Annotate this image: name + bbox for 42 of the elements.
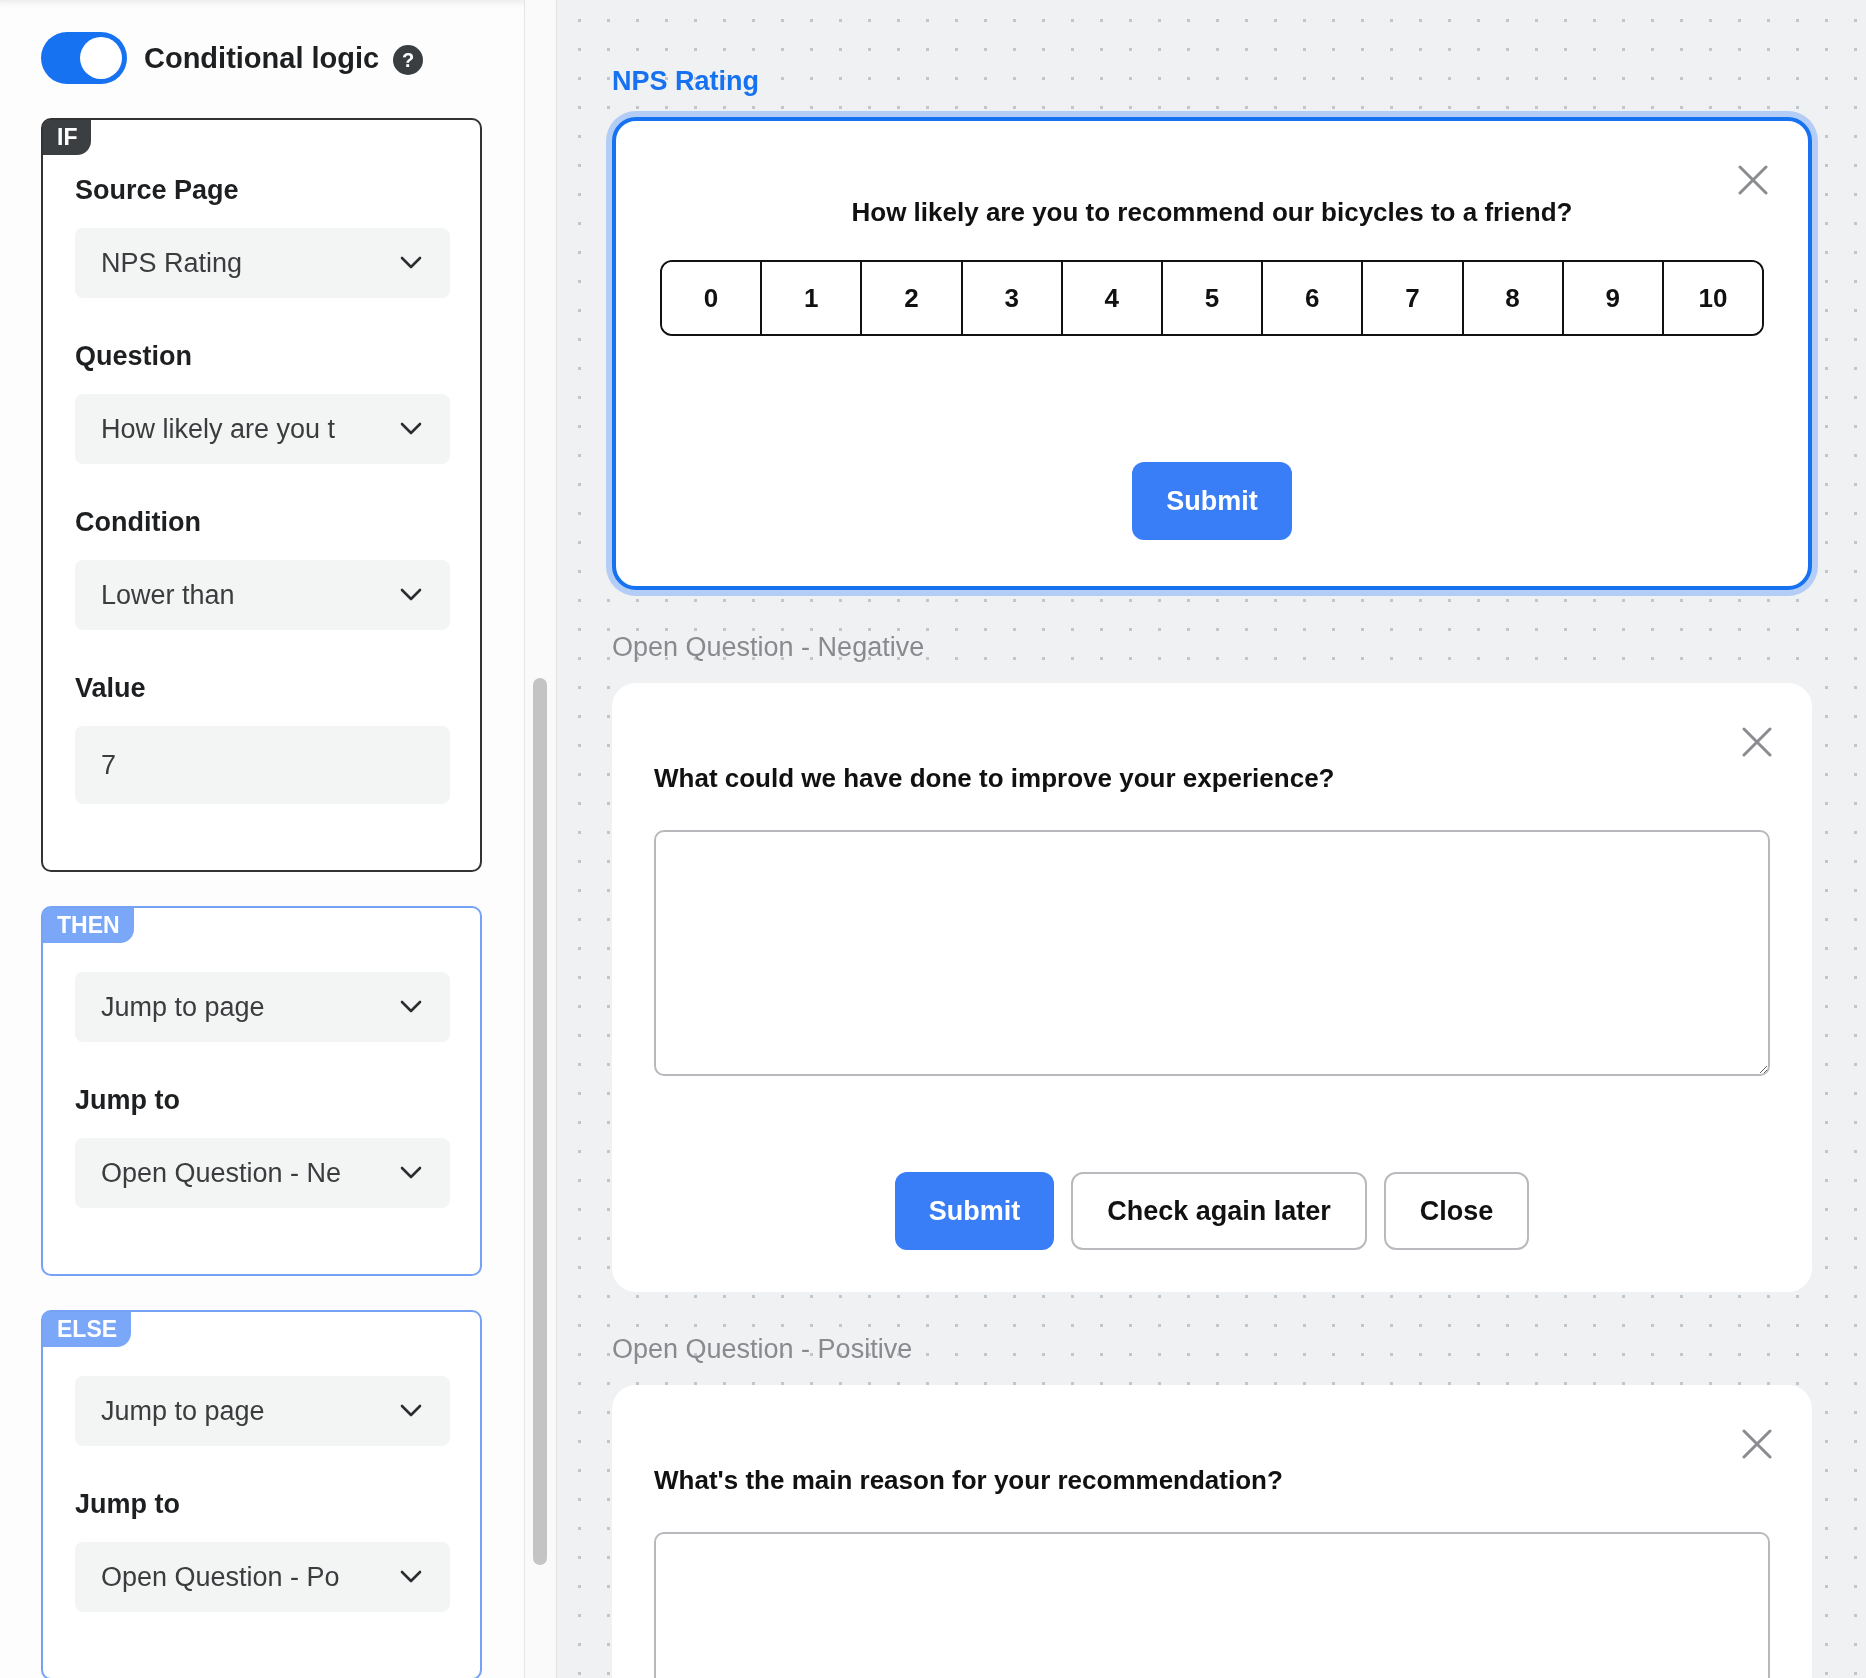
submit-button[interactable]: Submit — [894, 1172, 1055, 1250]
close-icon[interactable] — [1742, 1429, 1772, 1459]
value-field[interactable]: 7 — [75, 726, 450, 804]
dropdown[interactable]: Jump to page — [75, 972, 450, 1042]
survey-card[interactable]: What could we have done to improve your experience? Submit Check again later Close — [612, 683, 1812, 1292]
page-title[interactable]: NPS Rating — [612, 66, 759, 97]
rating-option[interactable]: 0 — [662, 262, 763, 334]
chevron-icon — [400, 422, 422, 436]
field-label: Question — [75, 340, 193, 373]
question-text: What could we have done to improve your experience? — [654, 763, 1336, 794]
chevron-icon — [400, 1166, 422, 1180]
block-tag: ELSE — [43, 1312, 132, 1347]
secondary-button[interactable]: Check again later — [1071, 1172, 1367, 1250]
help-icon[interactable]: ? — [393, 45, 424, 75]
submit-button[interactable]: Submit — [1132, 462, 1292, 540]
field-label: Jump to — [75, 1084, 181, 1117]
chevron-icon — [400, 588, 422, 602]
secondary-button[interactable]: Close — [1383, 1172, 1530, 1250]
close-icon[interactable] — [1738, 165, 1768, 195]
dropdown[interactable]: How likely are you t — [75, 394, 450, 464]
dropdown[interactable]: Open Question - Po — [75, 1542, 450, 1612]
question-text: How likely are you to recommend our bicycles to a friend? — [850, 197, 1574, 228]
block-tag: THEN — [43, 908, 134, 943]
block-tag: IF — [43, 120, 92, 155]
field-label: Value — [75, 672, 147, 705]
close-icon[interactable] — [1742, 727, 1772, 757]
dropdown[interactable]: Jump to page — [75, 1376, 450, 1446]
field-label: Source Page — [75, 174, 240, 207]
question-text: What's the main reason for your recommendation? — [654, 1465, 1284, 1496]
dropdown[interactable]: NPS Rating — [75, 228, 450, 298]
scrollbar-thumb[interactable] — [533, 678, 547, 1565]
toggle-switch[interactable] — [41, 32, 127, 84]
field-label: Condition — [75, 506, 202, 539]
chevron-icon — [400, 1404, 422, 1418]
survey-card[interactable]: What's the main reason for your recommendation? — [612, 1385, 1812, 1678]
dropdown[interactable]: Open Question - Ne — [75, 1138, 450, 1208]
dropdown[interactable]: Lower than — [75, 560, 450, 630]
chevron-icon — [400, 1000, 422, 1014]
toggle-label: Conditional logic — [144, 41, 380, 75]
field-label: Jump to — [75, 1488, 181, 1521]
chevron-icon — [400, 256, 422, 270]
chevron-icon — [400, 1570, 422, 1584]
